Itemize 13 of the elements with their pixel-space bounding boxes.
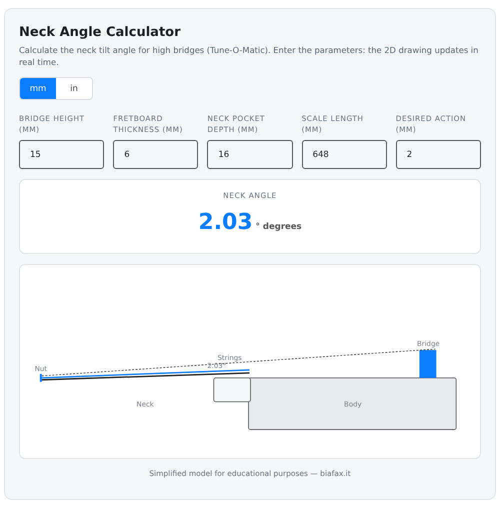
input-field[interactable]: 6 xyxy=(113,140,198,169)
neck-pocket xyxy=(213,378,251,402)
unit-button[interactable]: mm xyxy=(20,78,56,99)
description: Calculate the neck tilt angle for high bridges (Tune-O-Matic). Enter the parameters: the 2D drawing updates in real time. xyxy=(19,44,480,68)
input-field[interactable]: 648 xyxy=(302,140,387,169)
angle-value: 2.03 xyxy=(198,210,253,235)
input-field[interactable]: 16 xyxy=(207,140,293,169)
input-field[interactable]: 15 xyxy=(19,140,104,169)
page-title: Neck Angle Calculator xyxy=(19,25,182,40)
input-field[interactable]: 2 xyxy=(396,140,481,169)
nut-shape xyxy=(40,374,42,382)
bridge-shape xyxy=(419,350,436,378)
angle-unit: ° degrees xyxy=(256,222,302,232)
